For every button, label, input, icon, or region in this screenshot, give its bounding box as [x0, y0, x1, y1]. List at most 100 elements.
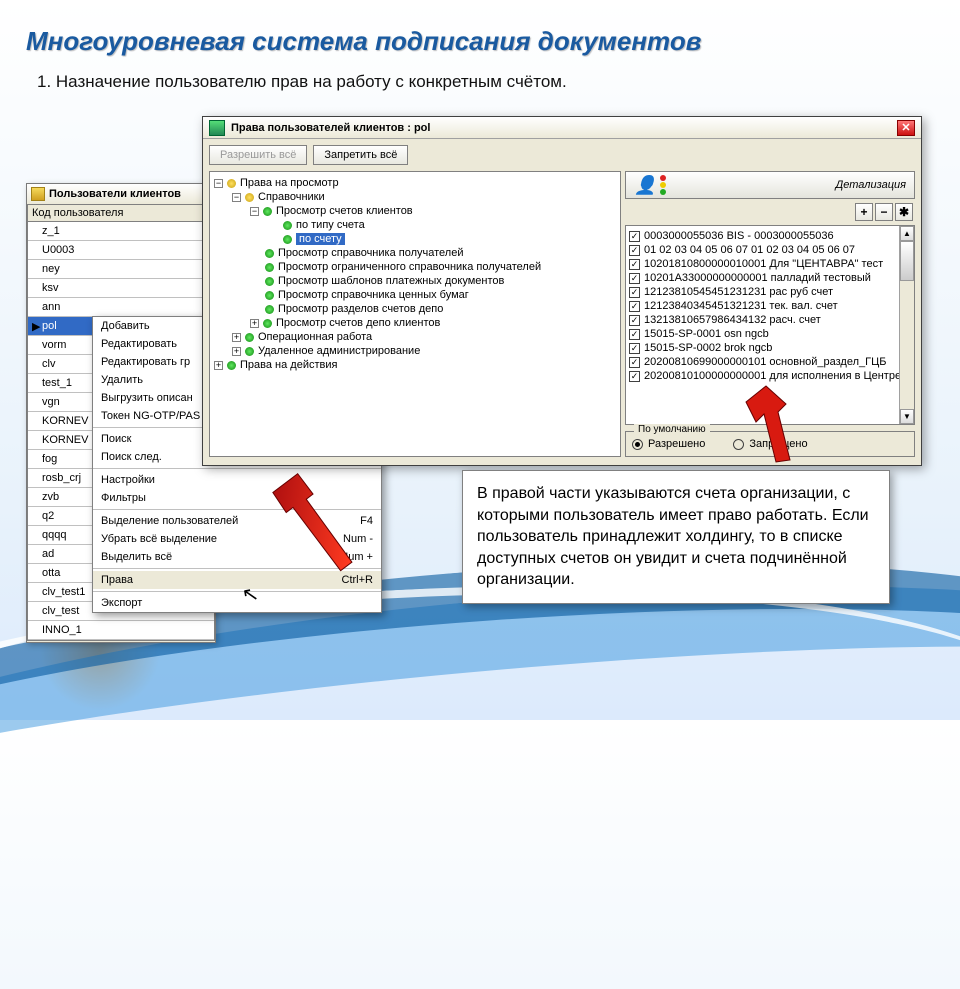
radio-allow[interactable]: Разрешено — [632, 438, 705, 450]
users-window-title-text: Пользователи клиентов — [49, 188, 181, 200]
user-row[interactable]: ney — [28, 260, 214, 279]
menu-item[interactable]: Фильтры — [93, 489, 381, 507]
status-dot-icon — [245, 193, 254, 202]
account-list[interactable]: ▲ ▼ ✓ 0003000055036 BIS - 0003000055036 ✓ 0… — [625, 225, 915, 425]
menu-item[interactable]: Убрать всё выделениеNum - — [93, 530, 381, 548]
account-row[interactable]: ✓20200810699000000101 основной_раздел_ГЦ… — [629, 355, 911, 369]
user-row[interactable]: U0003 — [28, 241, 214, 260]
deny-all-button[interactable]: Запретить всё — [313, 145, 408, 165]
user-row[interactable]: ann — [28, 298, 214, 317]
expand-icon[interactable]: + — [232, 333, 241, 342]
checkbox-icon[interactable]: ✓ — [629, 357, 640, 368]
tree-node[interactable]: −Права на просмотр — [214, 176, 616, 190]
account-row[interactable]: ✓ 10201А33000000000001 палладий тестовый — [629, 271, 911, 285]
radio-icon — [632, 439, 643, 450]
radio-deny[interactable]: Запрещено — [733, 438, 807, 450]
expand-icon[interactable]: − — [214, 179, 223, 188]
tree-node[interactable]: −Справочники — [214, 190, 616, 204]
account-row[interactable]: ✓ 13213810657986434132 расч. счет — [629, 313, 911, 327]
user-row[interactable]: ksv — [28, 279, 214, 298]
scrollbar[interactable]: ▲ ▼ — [899, 226, 914, 424]
remove-button[interactable]: − — [875, 203, 893, 221]
tree-label: Удаленное администрирование — [258, 345, 420, 357]
status-dot-icon — [245, 347, 254, 356]
expand-icon[interactable]: + — [250, 319, 259, 328]
menu-item[interactable]: Выделить всёNum + — [93, 548, 381, 566]
expand-icon[interactable]: + — [232, 347, 241, 356]
status-dot-icon — [263, 207, 272, 216]
status-dot-icon — [265, 305, 274, 314]
account-label: 01 02 03 04 05 06 07 01 02 03 04 05 06 0… — [644, 244, 855, 256]
scroll-down-icon[interactable]: ▼ — [900, 409, 914, 424]
account-row[interactable]: ✓15015-SP-0001 osn ngcb — [629, 327, 911, 341]
tree-node[interactable]: Просмотр справочника получателей — [214, 246, 616, 260]
tree-label: Просмотр разделов счетов депо — [278, 303, 443, 315]
menu-item[interactable]: ПраваCtrl+R — [93, 571, 381, 589]
tree-node[interactable]: +Просмотр счетов депо клиентов — [214, 316, 616, 330]
tree-label: Просмотр ограниченного справочника получ… — [278, 261, 541, 273]
account-label: 10201А33000000000001 палладий тестовый — [644, 272, 871, 284]
account-row[interactable]: ✓12123840345451321231 тек. вал. счет — [629, 299, 911, 313]
tree-node[interactable]: по счету — [214, 232, 616, 246]
users-column-header[interactable]: Код пользователя — [28, 205, 214, 222]
user-row[interactable]: INNO_1 — [28, 621, 214, 640]
checkbox-icon[interactable]: ✓ — [629, 259, 640, 270]
user-row[interactable]: z_1 — [28, 222, 214, 241]
slide-title: Многоуровневая система подписания докуме… — [26, 26, 701, 57]
rights-tree[interactable]: −Права на просмотр−Справочники−Просмотр … — [209, 171, 621, 457]
tree-node[interactable]: Просмотр справочника ценных бумаг — [214, 288, 616, 302]
slide-subtitle: 1. Назначение пользователю прав на работ… — [37, 72, 567, 92]
status-dot-icon — [263, 319, 272, 328]
account-row[interactable]: ✓ 20200810100000000001 для исполнения в Ц… — [629, 369, 911, 383]
account-row[interactable]: ✓ 15015-SP-0002 brok ngcb — [629, 341, 911, 355]
all-button[interactable]: ✱ — [895, 203, 913, 221]
close-icon[interactable]: ✕ — [897, 120, 915, 136]
expand-icon[interactable]: + — [214, 361, 223, 370]
status-dot-icon — [227, 179, 236, 188]
account-label: 0003000055036 BIS - 0003000055036 — [644, 230, 834, 242]
status-dot-icon — [245, 333, 254, 342]
tree-node[interactable]: −Просмотр счетов клиентов — [214, 204, 616, 218]
account-row[interactable]: ✓ 0003000055036 BIS - 0003000055036 — [629, 229, 911, 243]
checkbox-icon[interactable]: ✓ — [629, 287, 640, 298]
tree-label: Просмотр шаблонов платежных документов — [278, 275, 504, 287]
tree-node[interactable]: по типу счета — [214, 218, 616, 232]
account-row[interactable]: ✓12123810545451231231 рас руб счет — [629, 285, 911, 299]
tree-node[interactable]: +Права на действия — [214, 358, 616, 372]
checkbox-icon[interactable]: ✓ — [629, 231, 640, 242]
tree-node[interactable]: Просмотр ограниченного справочника получ… — [214, 260, 616, 274]
checkbox-icon[interactable]: ✓ — [629, 273, 640, 284]
tree-node[interactable]: Просмотр шаблонов платежных документов — [214, 274, 616, 288]
tree-node[interactable]: + Удаленное администрирование — [214, 344, 616, 358]
menu-item[interactable]: Настройки — [93, 471, 381, 489]
tree-node[interactable]: +Операционная работа — [214, 330, 616, 344]
add-button[interactable]: + — [855, 203, 873, 221]
account-row[interactable]: ✓10201810800000010001 Для "ЦЕНТАВРА" тес… — [629, 257, 911, 271]
expand-icon[interactable]: − — [250, 207, 259, 216]
checkbox-icon[interactable]: ✓ — [629, 371, 640, 382]
detail-toolbar: + − ✱ — [625, 203, 915, 221]
account-row[interactable]: ✓ 01 02 03 04 05 06 07 01 02 03 04 05 06 … — [629, 243, 911, 257]
detail-title: Детализация — [836, 179, 907, 191]
scroll-up-icon[interactable]: ▲ — [900, 226, 914, 241]
expand-icon[interactable]: − — [232, 193, 241, 202]
rights-titlebar: Права пользователей клиентов : pol ✕ — [203, 117, 921, 139]
checkbox-icon[interactable]: ✓ — [629, 245, 640, 256]
checkbox-icon[interactable]: ✓ — [629, 301, 640, 312]
status-dot-icon — [265, 249, 274, 258]
detail-header: 👤 Детализация — [625, 171, 915, 199]
menu-item[interactable]: Выделение пользователейF4 — [93, 512, 381, 530]
checkbox-icon[interactable]: ✓ — [629, 315, 640, 326]
allow-all-button[interactable]: Разрешить всё — [209, 145, 307, 165]
menu-item[interactable]: Экспорт — [93, 594, 381, 612]
account-label: 13213810657986434132 расч. счет — [644, 314, 821, 326]
checkbox-icon[interactable]: ✓ — [629, 343, 640, 354]
avatar-icon: 👤 — [634, 175, 656, 196]
checkbox-icon[interactable]: ✓ — [629, 329, 640, 340]
tree-node[interactable]: Просмотр разделов счетов депо — [214, 302, 616, 316]
rights-window-title: Права пользователей клиентов : pol — [231, 122, 891, 134]
scroll-thumb[interactable] — [900, 241, 914, 281]
status-dot-icon — [265, 263, 274, 272]
account-label: 20200810100000000001 для исполнения в Це… — [644, 370, 901, 382]
account-label: 15015-SP-0002 brok ngcb — [644, 342, 772, 354]
